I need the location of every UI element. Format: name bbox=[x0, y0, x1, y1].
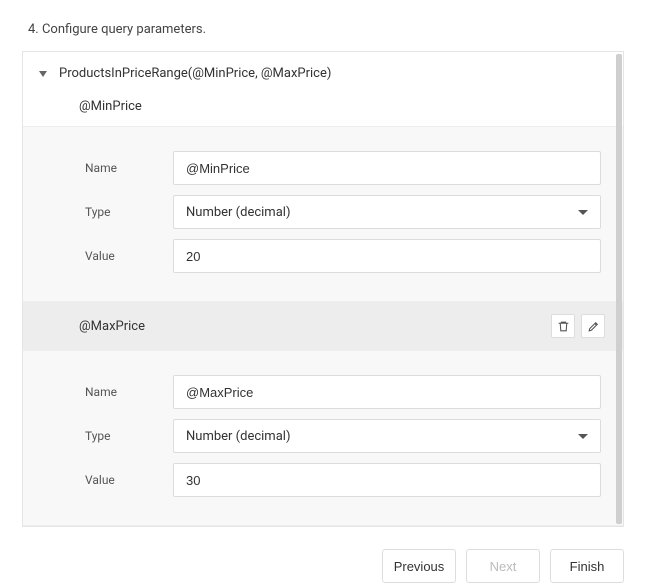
finish-button[interactable]: Finish bbox=[550, 549, 624, 583]
stored-procedure-signature: ProductsInPriceRange(@MinPrice, @MaxPric… bbox=[59, 66, 331, 81]
param-form-maxprice: Name Type Number (decimal) Value bbox=[23, 351, 623, 526]
value-input[interactable] bbox=[173, 239, 601, 273]
type-select[interactable]: Number (decimal) bbox=[173, 195, 601, 229]
previous-button[interactable]: Previous bbox=[382, 549, 456, 583]
param-header-label: @MinPrice bbox=[79, 99, 142, 114]
type-select-value: Number (decimal) bbox=[186, 429, 290, 444]
delete-button[interactable] bbox=[551, 314, 575, 338]
step-title: 4. Configure query parameters. bbox=[22, 22, 624, 37]
label-value: Value bbox=[45, 473, 173, 487]
pencil-icon bbox=[587, 320, 600, 333]
value-input[interactable] bbox=[173, 463, 601, 497]
param-form-minprice: Name Type Number (decimal) Value bbox=[23, 127, 623, 302]
name-input[interactable] bbox=[173, 151, 601, 185]
chevron-down-icon bbox=[578, 210, 588, 215]
value-input-field[interactable] bbox=[186, 473, 588, 488]
label-type: Type bbox=[45, 205, 173, 219]
name-input[interactable] bbox=[173, 375, 601, 409]
scrollbar[interactable] bbox=[616, 54, 622, 524]
chevron-down-icon bbox=[578, 434, 588, 439]
param-header-label: @MaxPrice bbox=[79, 319, 145, 334]
label-type: Type bbox=[45, 429, 173, 443]
caret-down-icon bbox=[39, 71, 47, 77]
param-header-maxprice[interactable]: @MaxPrice bbox=[23, 302, 623, 351]
wizard-footer: Previous Next Finish bbox=[22, 549, 624, 583]
label-value: Value bbox=[45, 249, 173, 263]
value-input-field[interactable] bbox=[186, 249, 588, 264]
edit-button[interactable] bbox=[581, 314, 605, 338]
param-header-minprice[interactable]: @MinPrice bbox=[23, 91, 623, 127]
param-header-actions bbox=[551, 314, 605, 338]
parameters-panel: ProductsInPriceRange(@MinPrice, @MaxPric… bbox=[22, 51, 624, 527]
next-button: Next bbox=[466, 549, 540, 583]
name-input-field[interactable] bbox=[186, 161, 588, 176]
label-name: Name bbox=[45, 385, 173, 399]
type-select[interactable]: Number (decimal) bbox=[173, 419, 601, 453]
name-input-field[interactable] bbox=[186, 385, 588, 400]
label-name: Name bbox=[45, 161, 173, 175]
stored-procedure-header[interactable]: ProductsInPriceRange(@MinPrice, @MaxPric… bbox=[23, 52, 623, 91]
type-select-value: Number (decimal) bbox=[186, 205, 290, 220]
trash-icon bbox=[557, 320, 570, 333]
